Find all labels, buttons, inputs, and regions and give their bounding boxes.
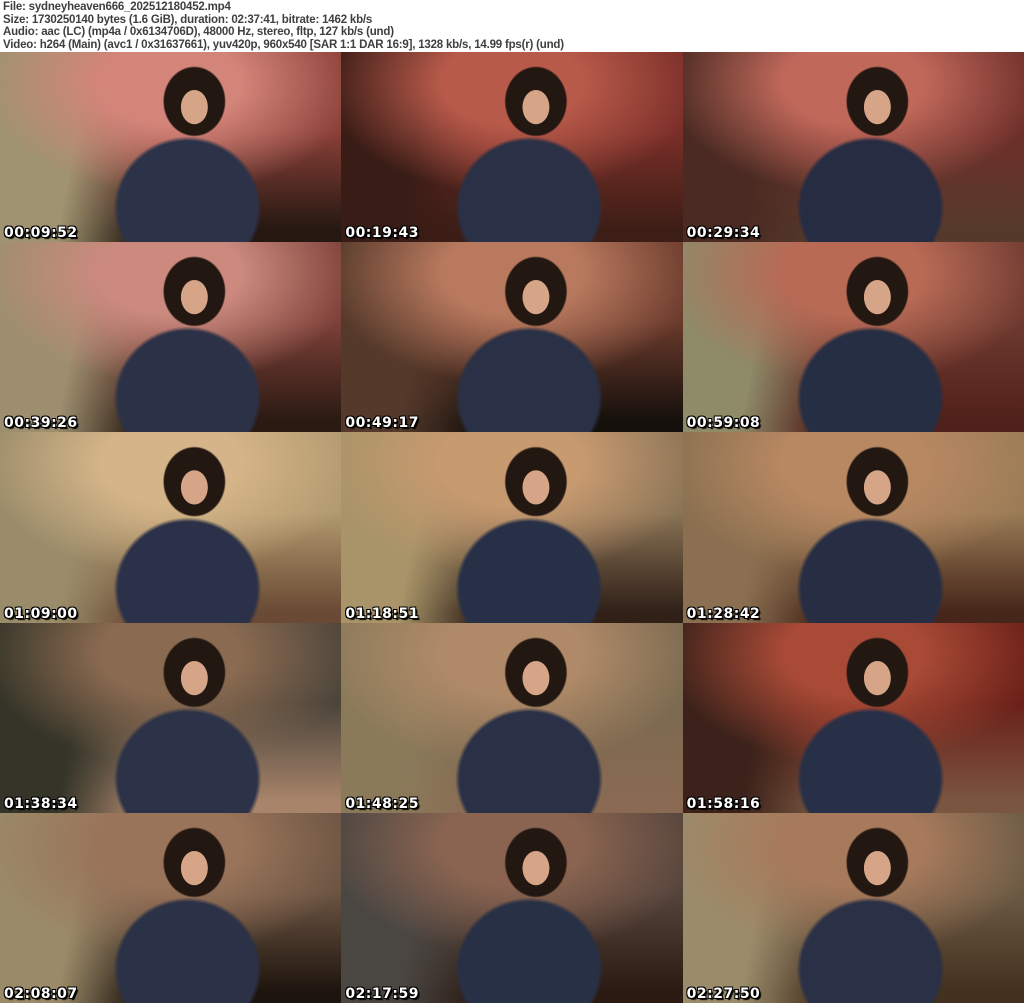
- video-thumbnail: 00:19:43: [341, 52, 683, 243]
- timestamp-overlay: 00:29:34: [686, 225, 761, 242]
- video-thumbnail: 00:49:17: [341, 242, 683, 433]
- timestamp-overlay: 00:49:17: [345, 415, 419, 432]
- timestamp-overlay: 01:09:00: [4, 605, 78, 622]
- video-thumbnail: 01:58:16: [682, 622, 1024, 813]
- video-thumbnail: 01:09:00: [0, 432, 342, 623]
- video-info-line: Video: h264 (Main) (avc1 / 0x31637661), …: [3, 39, 564, 52]
- video-thumbnail: 02:27:50: [682, 812, 1024, 1003]
- video-thumbnail: 00:09:52: [0, 52, 342, 243]
- video-thumbnail: 02:08:07: [0, 812, 342, 1003]
- size-info-line: Size: 1730250140 bytes (1.6 GiB), durati…: [3, 13, 373, 26]
- timestamp-overlay: 01:38:34: [4, 795, 78, 812]
- video-thumbnail: 00:29:34: [682, 52, 1024, 243]
- timestamp-overlay: 02:08:07: [4, 985, 78, 1002]
- timestamp-overlay: 00:59:08: [686, 415, 761, 432]
- timestamp-overlay: 00:39:26: [4, 415, 78, 432]
- timestamp-overlay: 01:18:51: [345, 605, 419, 622]
- video-thumbnail: 01:38:34: [0, 622, 342, 813]
- timestamp-overlay: 01:58:16: [686, 795, 761, 812]
- thumbnail-grid: 00:09:52 00:19:43 00:29:34 00:39:26 00:49:17…: [0, 52, 1024, 1003]
- timestamp-overlay: 00:19:43: [345, 225, 419, 242]
- audio-info-line: Audio: aac (LC) (mp4a / 0x6134706D), 480…: [3, 26, 394, 39]
- timestamp-overlay: 01:28:42: [686, 605, 761, 622]
- timestamp-overlay: 01:48:25: [345, 795, 419, 812]
- video-thumbnail: 01:48:25: [341, 622, 683, 813]
- timestamp-overlay: 00:09:52: [4, 225, 78, 242]
- file-info-line: File: sydneyheaven666_202512180452.mp4: [3, 1, 231, 13]
- timestamp-overlay: 02:17:59: [345, 985, 419, 1002]
- video-thumbnail: 01:18:51: [341, 432, 683, 623]
- video-thumbnail: 00:59:08: [682, 242, 1024, 433]
- video-thumbnail: 02:17:59: [341, 812, 683, 1003]
- video-thumbnail: 01:28:42: [682, 432, 1024, 623]
- video-thumbnail: 00:39:26: [0, 242, 342, 433]
- media-info-header: File: sydneyheaven666_202512180452.mp4 S…: [0, 0, 1024, 52]
- timestamp-overlay: 02:27:50: [686, 985, 761, 1002]
